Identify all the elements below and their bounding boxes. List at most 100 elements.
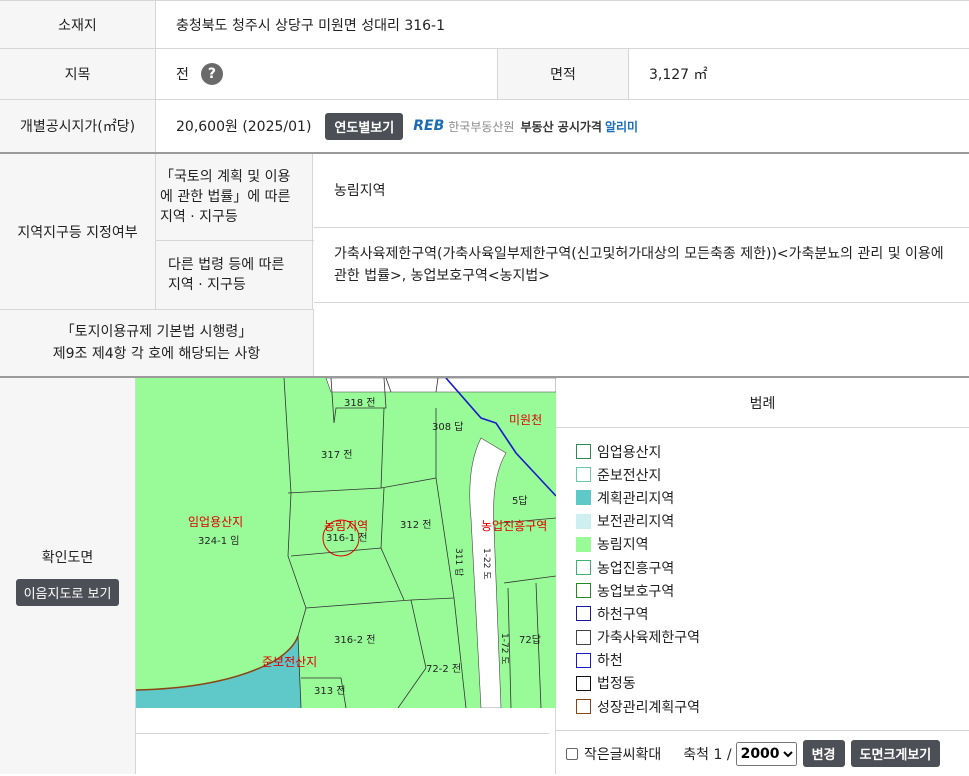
location-value: 충청북도 청주시 상당구 미원면 성대리 316-1 xyxy=(176,17,446,34)
enlarge-map-button[interactable]: 도면크게보기 xyxy=(850,740,941,767)
map-control-bar: 작은글씨확대 축척 1 / 2000 변경 도면크게보기 xyxy=(556,730,969,776)
map-controls xyxy=(136,733,549,774)
reb-org-name: 한국부동산원 xyxy=(448,119,515,134)
legend-label: 농림지역 xyxy=(597,537,649,554)
land-category-value: 전 xyxy=(176,67,189,83)
legend-list: 임업용산지준보전산지계획관리지역보전관리지역농림지역농업진흥구역농업보호구역하천… xyxy=(556,428,969,733)
legend-item: 농업보호구역 xyxy=(576,579,949,602)
change-scale-button[interactable]: 변경 xyxy=(802,740,845,767)
price-row: 개별공시지가(㎡당) 20,600원 (2025/01) 연도별보기 REB 한… xyxy=(0,100,969,154)
legend-panel: 범례 임업용산지 준보전산지 계획관리지역 보전관리지역 농림지역 농업진흥구역 농업보호구… xyxy=(136,378,969,774)
legend-item: 계획관리지역 xyxy=(576,486,949,509)
area-label: 면적 xyxy=(498,49,629,99)
price-cell: 20,600원 (2025/01) 연도별보기 REB 한국부동산원 부동산 공… xyxy=(156,100,969,152)
legend-item: 가축사육제한구역 xyxy=(576,626,949,649)
reb-banner-link[interactable]: REB 한국부동산원 부동산 공시가격 알리미 xyxy=(413,118,638,135)
small-text-checkbox[interactable] xyxy=(566,747,578,760)
area-value: 3,127 ㎡ xyxy=(649,67,708,83)
legend-swatch xyxy=(576,606,591,622)
other-law-label: 다른 법령 등에 따른 지역 · 지구등 xyxy=(156,241,313,309)
map-label-lake: 미원천 xyxy=(509,412,542,427)
legend-label: 농업보호구역 xyxy=(597,583,675,600)
reb-logo-icon: REB xyxy=(413,118,445,134)
question-circle-icon[interactable]: ? xyxy=(200,63,223,85)
legend-item: 준보전산지 xyxy=(576,463,949,486)
legend-label: 하천 xyxy=(597,653,623,670)
legend-item: 보전관리지역 xyxy=(576,510,949,533)
legend-swatch xyxy=(576,444,591,460)
legend-swatch xyxy=(576,699,591,715)
location-row: 소재지 충청북도 청주시 상당구 미원면 성대리 316-1 xyxy=(0,0,969,49)
map-canvas[interactable]: 임업용산지 324-1 임 농림지역 316-1 전 농업진흥구역 준보전산지 … xyxy=(136,378,556,774)
zoning-map-svg[interactable]: 임업용산지 324-1 임 농림지역 316-1 전 농업진흥구역 준보전산지 … xyxy=(136,378,556,708)
map-label-p318: 318 전 xyxy=(344,397,375,409)
legend-item: 성장관리계획구역 xyxy=(576,695,949,718)
legend-title: 범례 xyxy=(556,378,969,428)
map-label-p722: 72-2 전 xyxy=(426,663,461,675)
legend-item: 하천 xyxy=(576,649,949,672)
reb-service-a: 부동산 공시가격 xyxy=(520,119,602,134)
map-label-p1: 1-22 도 xyxy=(481,548,491,580)
legend-label: 하천구역 xyxy=(597,606,649,623)
national-law-value: 농림지역 xyxy=(314,154,969,229)
legend-item: 농림지역 xyxy=(576,533,949,556)
zoning-label: 지역지구등 지정여부 xyxy=(0,154,156,309)
map-label-agri: 농림지역 xyxy=(324,519,368,533)
map-label-p72: 72답 xyxy=(519,634,541,646)
legend-swatch xyxy=(576,583,591,599)
legend-item: 법정동 xyxy=(576,672,949,695)
legend-swatch xyxy=(576,513,591,529)
category-row: 지목 전 ? 면적 3,127 ㎡ xyxy=(0,49,969,100)
scale-select[interactable]: 2000 xyxy=(735,741,797,766)
yearly-view-button[interactable]: 연도별보기 xyxy=(325,112,404,140)
legend-item: 하천구역 xyxy=(576,602,949,625)
map-label-forest: 임업용산지 xyxy=(188,515,243,529)
legend-swatch xyxy=(576,652,591,668)
map-label-p313: 313 전 xyxy=(314,685,345,697)
land-category-label: 지목 xyxy=(0,49,156,99)
map-label-promo: 농업진흥구역 xyxy=(481,519,547,533)
map-label-p172: 1-72 도 xyxy=(499,633,509,665)
map-label-p3162: 316-2 전 xyxy=(334,634,375,646)
legend-swatch xyxy=(576,629,591,645)
price-label: 개별공시지가(㎡당) xyxy=(0,100,156,152)
legend-label: 계획관리지역 xyxy=(597,490,675,507)
legend-label: 농업진흥구역 xyxy=(597,560,675,577)
legend-label: 보전관리지역 xyxy=(597,514,675,531)
land-category-cell: 전 ? xyxy=(156,49,498,99)
legend-label: 법정동 xyxy=(597,676,636,693)
map-label-p317: 317 전 xyxy=(321,449,352,461)
legend-label: 가축사육제한구역 xyxy=(597,630,701,647)
map-label-cell: 확인도면 이음지도로 보기 xyxy=(0,378,136,774)
zoning-section: 지역지구등 지정여부 「국토의 계획 및 이용 에 관한 법률」에 따른 지역 … xyxy=(0,154,969,378)
map-label: 확인도면 xyxy=(41,549,94,566)
legend-item: 농업진흥구역 xyxy=(576,556,949,579)
enforcement-label: 「토지이용규제 기본법 시행령」 제9조 제4항 각 호에 해당되는 사항 xyxy=(0,310,314,376)
map-label-p311: 311 답 xyxy=(453,548,465,576)
view-in-ieum-map-button[interactable]: 이음지도로 보기 xyxy=(15,578,120,606)
map-label-semi: 준보전산지 xyxy=(262,655,317,669)
map-label-p312: 312 전 xyxy=(400,519,431,531)
legend-item: 임업용산지 xyxy=(576,440,949,463)
location-label: 소재지 xyxy=(0,1,156,48)
national-law-label: 「국토의 계획 및 이용 에 관한 법률」에 따른 지역 · 지구등 xyxy=(156,154,313,240)
scale-label: 축척 1 / xyxy=(683,746,732,763)
legend-swatch xyxy=(576,560,591,576)
other-law-value: 가축사육제한구역(가축사육일부제한구역(신고및허가대상의 모든축종 제한))<가… xyxy=(314,228,969,303)
legend-label: 준보전산지 xyxy=(597,467,662,484)
map-label-p308: 308 답 xyxy=(432,421,463,433)
legend-swatch xyxy=(576,490,591,506)
map-label-forest-lot: 324-1 임 xyxy=(198,534,239,547)
price-value: 20,600원 (2025/01) xyxy=(176,119,312,135)
legend-label: 임업용산지 xyxy=(597,444,662,461)
legend-label: 성장관리계획구역 xyxy=(597,699,701,716)
enforcement-value xyxy=(314,303,969,376)
legend-swatch xyxy=(576,467,591,483)
map-label-agri-lot: 316-1 전 xyxy=(326,532,367,544)
reb-service-b: 알리미 xyxy=(604,119,639,134)
legend-swatch xyxy=(576,675,591,691)
legend-swatch xyxy=(576,536,591,552)
small-text-label: 작은글씨확대 xyxy=(584,746,662,763)
map-section: 확인도면 이음지도로 보기 임업용산지 324-1 임 농림지역 316-1 전… xyxy=(0,378,969,774)
map-label-p5: 5답 xyxy=(512,495,528,507)
